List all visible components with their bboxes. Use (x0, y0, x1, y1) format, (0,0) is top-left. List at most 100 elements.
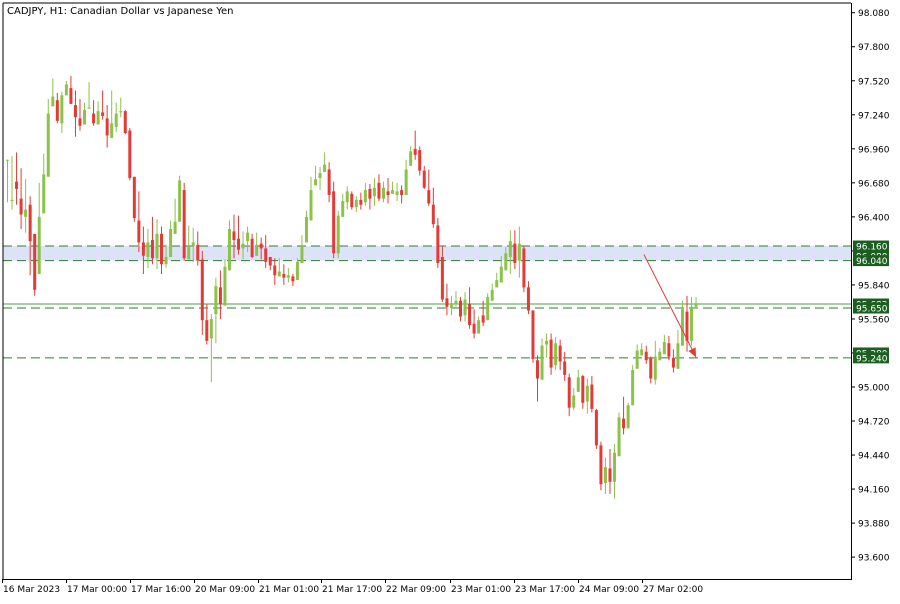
candle[interactable] (522, 246, 526, 293)
price-tag: 95.650 (853, 302, 889, 315)
candle[interactable] (132, 176, 136, 222)
candle-body (327, 169, 331, 195)
candle-body (214, 286, 218, 315)
x-tick-label: 20 Mar 09:00 (195, 585, 255, 595)
candle[interactable] (594, 408, 598, 449)
candle-body (594, 410, 598, 446)
candle-body (391, 190, 395, 194)
candle-body (599, 445, 603, 485)
y-tick-label: 95.000 (858, 384, 890, 394)
chart-title: CADJPY, H1: Canadian Dollar vs Japanese … (7, 6, 233, 17)
price-tag: 95.240 (853, 352, 889, 364)
candle-body (381, 187, 385, 199)
candle-body (545, 340, 549, 345)
candle-body (246, 232, 250, 242)
candle-body (658, 351, 662, 361)
candle[interactable] (178, 175, 182, 222)
candle-body (581, 376, 585, 403)
candle-body (531, 310, 535, 360)
candle-body (178, 180, 182, 222)
candle-body (128, 130, 132, 178)
candle-body (114, 113, 118, 127)
candle[interactable] (350, 191, 354, 210)
candle-body (304, 216, 308, 243)
candle[interactable] (617, 412, 621, 457)
candle-body (73, 105, 77, 118)
y-tick-label: 96.680 (858, 179, 890, 189)
candle[interactable] (599, 441, 603, 491)
candle-body (649, 357, 653, 379)
supply-zone (3, 246, 851, 261)
candle-body (350, 193, 354, 208)
candle-body (449, 303, 453, 309)
candle-body (218, 287, 222, 305)
zone-layer (3, 246, 851, 261)
candle-body (626, 405, 630, 429)
y-tick-label: 95.840 (858, 281, 890, 291)
candle-body (395, 191, 399, 195)
candle-body (169, 229, 173, 257)
y-tick-label: 94.440 (858, 452, 890, 462)
candle-body (377, 182, 381, 199)
candle-body (454, 300, 458, 305)
candle-body (101, 112, 105, 117)
candle-body (119, 111, 123, 113)
candle-body (196, 244, 200, 261)
y-tick-label: 96.400 (858, 213, 890, 223)
x-tick-label: 24 Mar 09:00 (579, 585, 639, 595)
candle-body (517, 243, 521, 261)
candle-body (386, 191, 390, 195)
candle-body (332, 191, 336, 254)
candle-body (60, 95, 64, 124)
candle-body (463, 299, 467, 316)
candle-body (96, 111, 100, 125)
candle-body (613, 452, 617, 482)
candle-body (259, 243, 263, 249)
candle-body (200, 259, 204, 321)
candle-body (459, 300, 462, 317)
candle-body (309, 190, 313, 221)
candle-body (83, 109, 87, 125)
y-tick-label: 97.520 (858, 77, 890, 87)
candle[interactable] (436, 218, 440, 268)
candle-body (640, 349, 644, 356)
candle-body (42, 174, 46, 214)
candle[interactable] (486, 293, 490, 321)
candle[interactable] (123, 109, 127, 135)
candle[interactable] (336, 210, 340, 259)
candle-body (694, 303, 698, 307)
candle-body (105, 118, 109, 136)
candle-body (264, 248, 268, 262)
candle-body (368, 188, 372, 199)
candle-body (635, 350, 639, 369)
candle[interactable] (128, 128, 132, 181)
candle-body (590, 384, 594, 409)
x-tick-label: 21 Mar 17:00 (322, 585, 382, 595)
candle-body (205, 320, 209, 341)
candle-body (187, 247, 191, 260)
candle-body (92, 113, 96, 124)
x-tick-label: 16 Mar 2023 (3, 585, 60, 595)
candle[interactable] (626, 402, 630, 429)
candle-body (363, 190, 367, 203)
candle[interactable] (631, 365, 635, 406)
candle-body (37, 216, 41, 274)
candle-body (472, 323, 476, 334)
candle-body (558, 345, 562, 362)
candle-body (567, 377, 571, 408)
candle[interactable] (33, 233, 37, 296)
candle[interactable] (531, 310, 535, 363)
candle-body (563, 361, 567, 375)
candle-body (78, 118, 82, 126)
candle-body (51, 96, 55, 107)
candle-body (295, 261, 299, 281)
candle-body (662, 342, 666, 355)
candle[interactable] (182, 182, 186, 261)
candle-body (241, 243, 245, 249)
candle[interactable] (332, 181, 336, 259)
candle-body (445, 298, 449, 307)
candle-body (155, 233, 159, 259)
chart[interactable]: 98.080 97.800 97.520 97.240 96.960 96.680 96.4… (0, 0, 900, 600)
x-tick-label: 22 Mar 09:00 (386, 585, 446, 595)
candle-body (164, 256, 168, 265)
